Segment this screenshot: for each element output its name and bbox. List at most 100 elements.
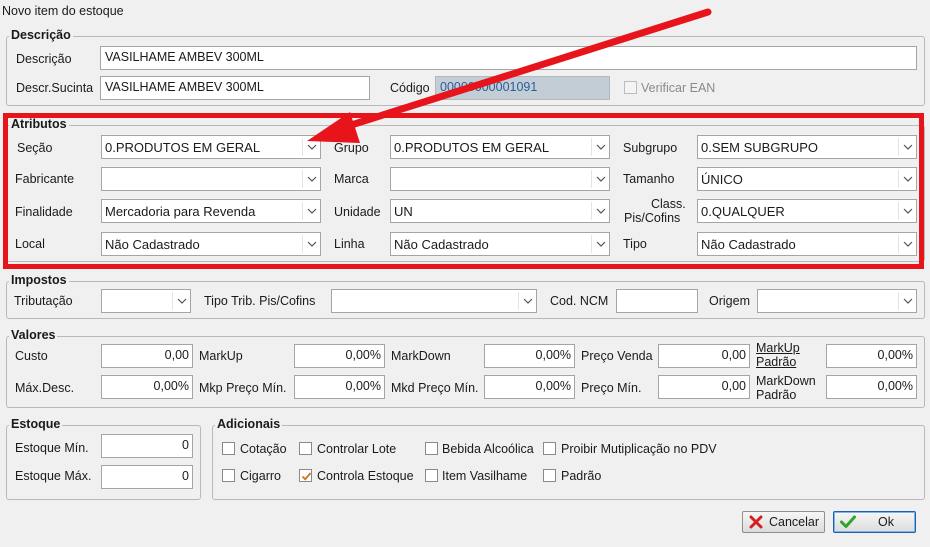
ok-button[interactable]: Ok [833, 511, 916, 533]
markup-input[interactable]: 0,00% [294, 344, 385, 368]
bebida-alcoolica-label: Bebida Alcoólica [442, 442, 534, 456]
item-vasilhame-label: Item Vasilhame [442, 469, 528, 483]
cod-ncm-input[interactable] [616, 289, 698, 313]
chevron-down-icon[interactable] [303, 200, 320, 222]
local-label: Local [15, 237, 45, 251]
checkmark-icon [301, 472, 312, 481]
maxdesc-input[interactable]: 0,00% [101, 375, 193, 399]
tamanho-select[interactable]: ÚNICO [697, 167, 917, 191]
verificar-ean-label: Verificar EAN [641, 81, 716, 95]
verificar-ean-checkbox[interactable] [624, 81, 637, 94]
cigarro-label: Cigarro [240, 469, 281, 483]
estoque-min-label: Estoque Mín. [15, 441, 89, 455]
markup-label: MarkUp [199, 349, 243, 363]
tipo-trib-select[interactable] [331, 289, 537, 313]
grupo-value: 0.PRODUTOS EM GERAL [394, 140, 550, 155]
chevron-down-icon[interactable] [592, 136, 609, 158]
chevron-down-icon[interactable] [303, 168, 320, 190]
proibir-multiplicacao-checkbox[interactable] [543, 442, 556, 455]
tributacao-label: Tributação [14, 294, 73, 308]
chevron-down-icon[interactable] [899, 136, 916, 158]
chevron-down-icon[interactable] [592, 233, 609, 255]
padrao-checkbox[interactable] [543, 469, 556, 482]
chevron-down-icon[interactable] [303, 136, 320, 158]
secao-value: 0.PRODUTOS EM GERAL [105, 140, 261, 155]
unidade-select[interactable]: UN [390, 199, 610, 223]
local-select[interactable]: Não Cadastrado [101, 232, 321, 256]
preco-min-label: Preço Mín. [581, 381, 642, 395]
mkd-preco-min-input[interactable]: 0,00% [484, 375, 575, 399]
adicionais-group: Adicionais [212, 417, 925, 500]
mkp-preco-min-input[interactable]: 0,00% [294, 375, 385, 399]
marca-select[interactable] [390, 167, 610, 191]
unidade-label: Unidade [334, 205, 381, 219]
cotacao-checkbox[interactable] [222, 442, 235, 455]
linha-select[interactable]: Não Cadastrado [390, 232, 610, 256]
chevron-down-icon[interactable] [173, 290, 190, 312]
tributacao-select[interactable] [101, 289, 191, 313]
estoque-max-label: Estoque Máx. [15, 469, 92, 483]
markup-padrao-input[interactable]: 0,00% [826, 344, 917, 368]
descricao-legend: Descrição [9, 28, 73, 42]
custo-input[interactable]: 0,00 [101, 344, 193, 368]
markup-padrao-line1: MarkUp [756, 341, 800, 355]
class-pis-cofins-select[interactable]: 0.QUALQUER [697, 199, 917, 223]
chevron-down-icon[interactable] [899, 233, 916, 255]
grupo-select[interactable]: 0.PRODUTOS EM GERAL [390, 135, 610, 159]
markdown-padrao-label: MarkDown Padrão [756, 374, 816, 402]
valores-legend: Valores [9, 328, 58, 342]
cigarro-checkbox[interactable] [222, 469, 235, 482]
preco-venda-input[interactable]: 0,00 [658, 344, 750, 368]
estoque-min-input[interactable]: 0 [101, 434, 193, 458]
chevron-down-icon[interactable] [519, 290, 536, 312]
tipo-trib-label: Tipo Trib. Pis/Cofins [204, 294, 316, 308]
chevron-down-icon[interactable] [899, 290, 916, 312]
chevron-down-icon[interactable] [303, 233, 320, 255]
descr-sucinta-input[interactable]: VASILHAME AMBEV 300ML [100, 76, 370, 100]
linha-label: Linha [334, 237, 365, 251]
proibir-multiplicacao-label: Proibir Mutiplicação no PDV [561, 442, 717, 456]
padrao-label: Padrão [561, 469, 602, 483]
codigo-label: Código [390, 81, 430, 95]
class-pis-cofins-label: Class. Pis/Cofins [624, 197, 686, 225]
fabricante-select[interactable] [101, 167, 321, 191]
controlar-lote-checkbox[interactable] [299, 442, 312, 455]
chevron-down-icon[interactable] [899, 168, 916, 190]
codigo-input[interactable]: 00000000001091 [435, 76, 610, 100]
window-title: Novo item do estoque [2, 4, 124, 18]
bebida-alcoolica-checkbox[interactable] [425, 442, 438, 455]
cancel-button[interactable]: Cancelar [742, 511, 825, 533]
custo-label: Custo [15, 349, 48, 363]
markdown-input[interactable]: 0,00% [484, 344, 575, 368]
origem-label: Origem [709, 294, 750, 308]
secao-select[interactable]: 0.PRODUTOS EM GERAL [101, 135, 321, 159]
checkmark-icon [840, 515, 856, 532]
markup-padrao-line2: Padrão [756, 355, 797, 369]
preco-min-input[interactable]: 0,00 [658, 375, 750, 399]
item-vasilhame-checkbox[interactable] [425, 469, 438, 482]
estoque-max-input[interactable]: 0 [101, 465, 193, 489]
chevron-down-icon[interactable] [592, 200, 609, 222]
tamanho-value: ÚNICO [701, 172, 743, 187]
tipo-label: Tipo [623, 237, 647, 251]
atributos-legend: Atributos [9, 117, 69, 131]
descricao-input[interactable]: VASILHAME AMBEV 300ML [100, 46, 917, 70]
controla-estoque-label: Controla Estoque [317, 469, 414, 483]
chevron-down-icon[interactable] [592, 168, 609, 190]
cancel-button-label: Cancelar [769, 515, 820, 529]
finalidade-label: Finalidade [15, 205, 73, 219]
cod-ncm-label: Cod. NCM [550, 294, 609, 308]
chevron-down-icon[interactable] [899, 200, 916, 222]
origem-select[interactable] [757, 289, 917, 313]
secao-label: Seção [17, 141, 53, 155]
subgrupo-select[interactable]: 0.SEM SUBGRUPO [697, 135, 917, 159]
finalidade-select[interactable]: Mercadoria para Revenda [101, 199, 321, 223]
subgrupo-label: Subgrupo [623, 141, 678, 155]
close-icon [749, 515, 763, 532]
finalidade-value: Mercadoria para Revenda [105, 204, 256, 219]
estoque-legend: Estoque [9, 417, 63, 431]
markdown-padrao-input[interactable]: 0,00% [826, 375, 917, 399]
tipo-select[interactable]: Não Cadastrado [697, 232, 917, 256]
tamanho-label: Tamanho [623, 172, 675, 186]
controla-estoque-checkbox[interactable] [299, 469, 312, 482]
